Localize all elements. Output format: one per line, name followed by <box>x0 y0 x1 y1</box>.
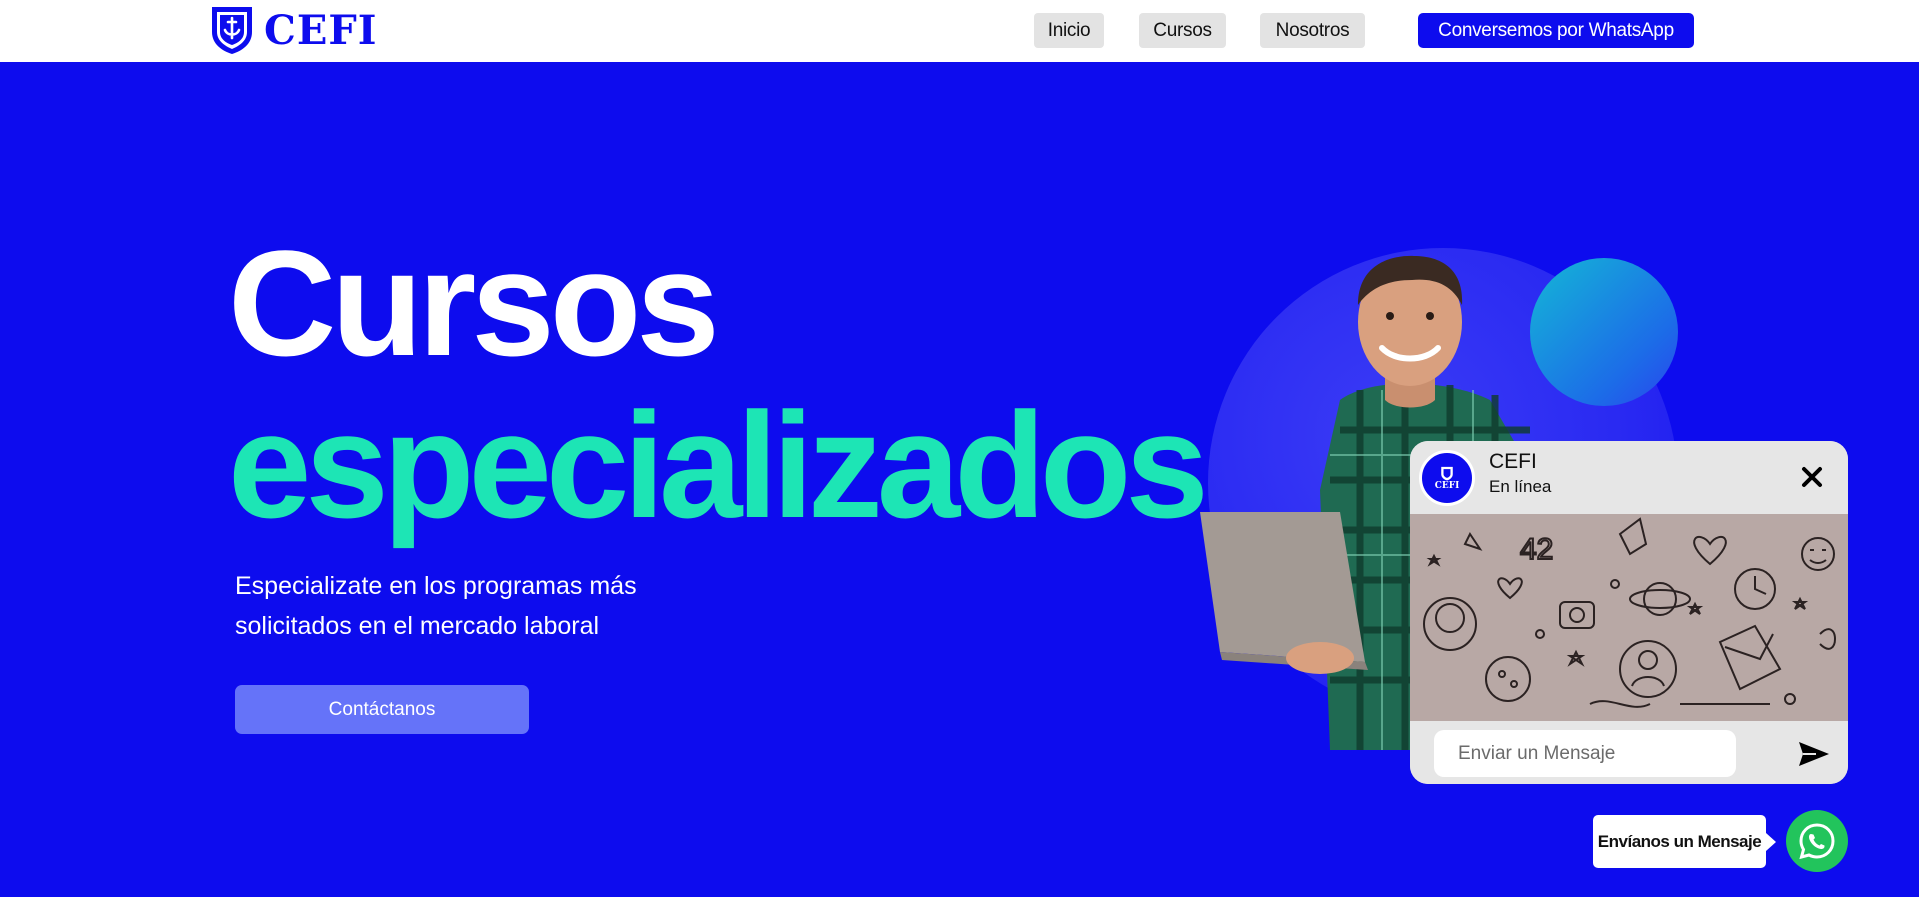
chat-contact-name: CEFI <box>1489 450 1537 473</box>
nav-nosotros[interactable]: Nosotros <box>1260 13 1365 48</box>
hero-subtitle: Especializate en los programas más solic… <box>235 572 637 640</box>
avatar-text: CEFI <box>1434 480 1460 491</box>
site-header: CEFI Inicio Cursos Nosotros Conversemos … <box>0 0 1919 62</box>
hero-title-line2: especializados <box>228 381 1209 549</box>
message-input[interactable] <box>1434 730 1736 777</box>
logo-text: CEFI <box>264 6 378 54</box>
chat-widget: CEFI CEFI En línea 42 Enviar un Mensaje <box>1410 441 1848 784</box>
whatsapp-icon <box>1799 823 1835 860</box>
svg-text:42: 42 <box>1520 533 1553 566</box>
whatsapp-float-button[interactable] <box>1786 810 1848 872</box>
chat-header: CEFI CEFI En línea <box>1410 441 1848 514</box>
nav-inicio[interactable]: Inicio <box>1034 13 1104 48</box>
avatar: CEFI <box>1419 450 1475 506</box>
logo[interactable]: CEFI <box>208 4 377 56</box>
doodle-pattern: 42 <box>1423 517 1836 708</box>
whatsapp-tooltip[interactable]: Envíanos un Mensaje <box>1593 815 1776 868</box>
chat-background: 42 <box>1410 514 1848 721</box>
chat-status: En línea <box>1489 477 1552 496</box>
hero-title-line1: Cursos <box>228 219 720 387</box>
nav-cursos[interactable]: Cursos <box>1139 13 1226 48</box>
send-icon[interactable] <box>1798 740 1830 768</box>
chat-footer <box>1410 721 1848 784</box>
whatsapp-nav-button[interactable]: Conversemos por WhatsApp <box>1418 13 1694 48</box>
shield-logo-icon <box>1441 466 1453 480</box>
contact-button[interactable]: Contáctanos <box>235 685 529 734</box>
shield-logo-icon <box>212 7 252 54</box>
close-icon[interactable] <box>1796 461 1828 493</box>
